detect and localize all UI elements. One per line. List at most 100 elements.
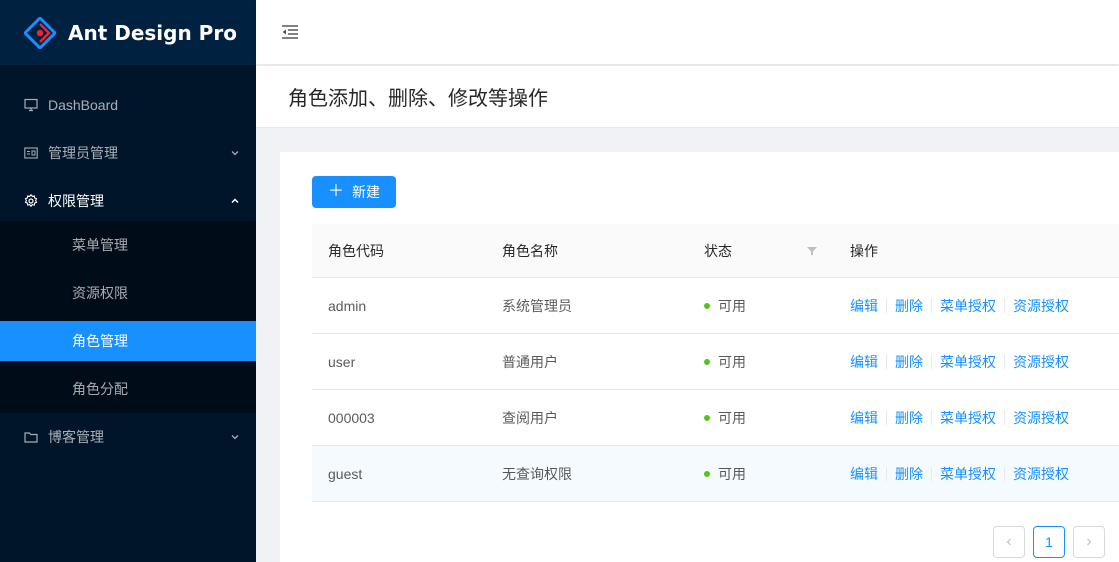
divider [931,298,932,313]
setting-icon [24,194,38,208]
delete-link[interactable]: 删除 [895,464,923,484]
sidebar-item-admin-management[interactable]: 管理员管理 [0,133,256,173]
sidebar-item-resource-permission[interactable]: 资源权限 [0,273,256,313]
cell-name: 普通用户 [502,353,558,370]
status-text: 可用 [718,409,746,426]
logo[interactable]: Ant Design Pro [0,0,256,65]
cell-name: 系统管理员 [502,297,572,314]
new-button[interactable]: ＋ 新建 [312,176,397,208]
status-text: 可用 [718,297,746,314]
sidebar-menu: DashBoard 管理员管理 权限管理 菜单管理 资源权限 角色管理 角色分配… [0,65,256,457]
sidebar-item-label: 角色管理 [72,333,128,349]
edit-link[interactable]: 编辑 [850,352,878,372]
delete-link[interactable]: 删除 [895,408,923,428]
status-text: 可用 [718,353,746,370]
cell-actions: 编辑 删除 菜单授权 资源授权 [834,464,1119,484]
divider [886,354,887,369]
table-row: admin 系统管理员 可用 编辑 删除 菜单授权 资源授权 [312,278,1119,334]
page-button-current[interactable]: 1 [1033,526,1065,558]
status-badge: 可用 [704,296,746,316]
cell-name: 无查询权限 [502,465,572,482]
chevron-right-icon [1087,538,1092,546]
menu-auth-link[interactable]: 菜单授权 [940,352,996,372]
ant-design-logo-icon [24,16,56,49]
chevron-up-icon [230,196,240,206]
status-dot [704,414,710,421]
column-header-status: 状态 [688,241,834,261]
cell-status: 可用 [688,296,834,316]
menu-auth-link[interactable]: 菜单授权 [940,296,996,316]
cell-status: 可用 [688,408,834,428]
app-title: Ant Design Pro [68,20,237,45]
sidebar-item-dashboard[interactable]: DashBoard [0,85,256,125]
cell-status: 可用 [688,464,834,484]
sidebar-item-label: 权限管理 [48,193,104,209]
table-row: 000003 查阅用户 可用 编辑 删除 菜单授权 资源授权 [312,390,1119,446]
divider [931,466,932,481]
column-header-name[interactable]: 角色名称 [486,241,688,261]
edit-link[interactable]: 编辑 [850,408,878,428]
status-dot [704,358,710,365]
sidebar-item-role-management[interactable]: 角色管理 [0,321,256,361]
chevron-down-icon [230,432,240,442]
divider [931,354,932,369]
table-row: guest 无查询权限 可用 编辑 删除 菜单授权 资源授权 [312,446,1119,502]
top-header [256,0,1119,64]
pagination: 1 [993,526,1105,558]
new-button-label: 新建 [352,184,381,200]
sidebar-item-role-assignment[interactable]: 角色分配 [0,369,256,409]
menu-fold-icon[interactable] [280,22,300,42]
cell-status: 可用 [688,352,834,372]
cell-code: admin [328,297,367,314]
column-header-actions: 操作 [850,242,878,259]
cell-code: guest [328,465,363,482]
folder-icon [24,430,38,444]
delete-link[interactable]: 删除 [895,352,923,372]
divider [1004,354,1005,369]
plus-icon: ＋ [328,183,345,200]
divider [1004,410,1005,425]
status-badge: 可用 [704,408,746,428]
sidebar-item-label: 管理员管理 [48,145,118,161]
status-badge: 可用 [704,352,746,372]
status-dot [704,302,710,309]
sidebar-item-blog-management[interactable]: 博客管理 [0,417,256,457]
table-header: 角色代码 角色名称 状态 操作 [312,224,1119,278]
page-title: 角色添加、删除、修改等操作 [288,88,548,110]
sidebar-item-permission-management[interactable]: 权限管理 [0,181,256,221]
divider [1004,466,1005,481]
prev-page-button[interactable] [993,526,1025,558]
column-header-code[interactable]: 角色代码 [312,241,486,261]
idcard-icon [24,146,38,160]
menu-auth-link[interactable]: 菜单授权 [940,408,996,428]
chevron-left-icon [1006,538,1011,546]
divider [931,410,932,425]
filter-icon[interactable] [806,245,818,257]
submenu-permission: 菜单管理 资源权限 角色管理 角色分配 [0,221,256,413]
page-header: 角色添加、删除、修改等操作 [256,66,1119,128]
edit-link[interactable]: 编辑 [850,296,878,316]
next-page-button[interactable] [1073,526,1105,558]
resource-auth-link[interactable]: 资源授权 [1013,352,1069,372]
cell-actions: 编辑 删除 菜单授权 资源授权 [834,408,1119,428]
roles-table: 角色代码 角色名称 状态 操作 admin 系统管理员 可用 编辑 删除 菜单授… [312,224,1119,502]
status-text: 可用 [718,465,746,482]
delete-link[interactable]: 删除 [895,296,923,316]
desktop-icon [24,98,38,112]
content-card: ＋ 新建 角色代码 角色名称 状态 操作 admin 系统管理员 可用 编辑 删… [280,152,1119,562]
menu-auth-link[interactable]: 菜单授权 [940,464,996,484]
cell-actions: 编辑 删除 菜单授权 资源授权 [834,352,1119,372]
divider [1004,298,1005,313]
chevron-down-icon [230,148,240,158]
resource-auth-link[interactable]: 资源授权 [1013,408,1069,428]
resource-auth-link[interactable]: 资源授权 [1013,464,1069,484]
resource-auth-link[interactable]: 资源授权 [1013,296,1069,316]
sidebar-item-menu-management[interactable]: 菜单管理 [0,225,256,265]
cell-code: user [328,353,356,370]
cell-actions: 编辑 删除 菜单授权 资源授权 [834,296,1119,316]
sidebar-item-label: 资源权限 [72,285,128,301]
edit-link[interactable]: 编辑 [850,464,878,484]
sidebar-item-label: 角色分配 [72,381,128,397]
sidebar-item-label: DashBoard [48,97,119,113]
table-row: user 普通用户 可用 编辑 删除 菜单授权 资源授权 [312,334,1119,390]
